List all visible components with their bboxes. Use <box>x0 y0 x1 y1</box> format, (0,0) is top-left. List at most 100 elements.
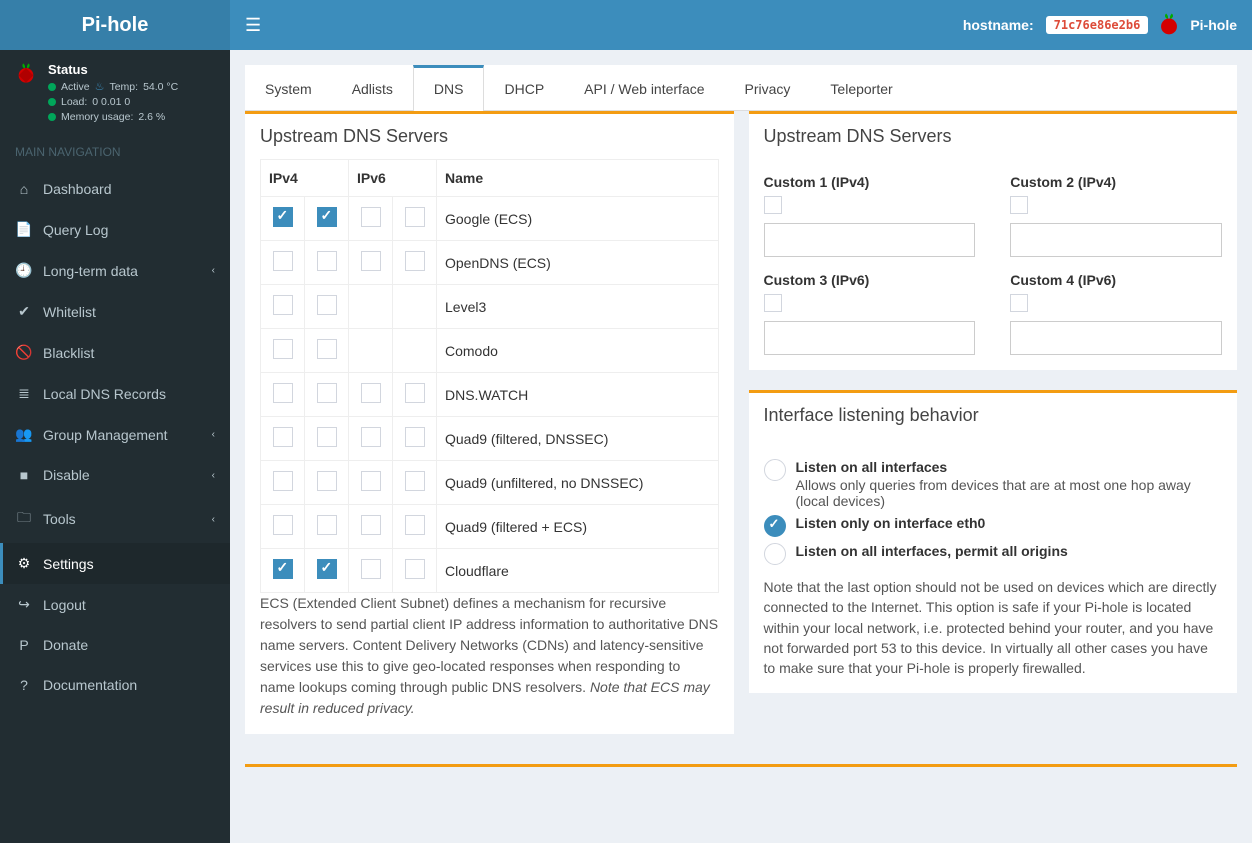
dns-checkbox[interactable] <box>273 295 293 315</box>
settings-tabs: SystemAdlistsDNSDHCPAPI / Web interfaceP… <box>245 65 1237 111</box>
dns-checkbox[interactable] <box>273 383 293 403</box>
interface-radio[interactable] <box>764 459 786 481</box>
dns-checkbox[interactable] <box>273 207 293 227</box>
dns-checkbox[interactable] <box>405 427 425 447</box>
dns-checkbox[interactable] <box>273 559 293 579</box>
nav-icon: 👥 <box>15 426 33 443</box>
custom-dns-input[interactable] <box>764 321 976 355</box>
nav-item-query-log[interactable]: 📄Query Log <box>0 209 230 250</box>
tab-adlists[interactable]: Adlists <box>332 65 413 110</box>
dns-checkbox[interactable] <box>361 559 381 579</box>
dns-checkbox[interactable] <box>317 515 337 535</box>
custom-dns-field-3: Custom 3 (IPv6) <box>764 272 976 355</box>
hostname-label: hostname: <box>963 17 1034 33</box>
dns-checkbox[interactable] <box>273 471 293 491</box>
upstream-dns-box: Upstream DNS Servers IPv4 IPv6 Name Goog… <box>245 111 734 734</box>
status-dot-icon <box>48 113 56 121</box>
custom-dns-input[interactable] <box>764 223 976 257</box>
dns-checkbox[interactable] <box>317 251 337 271</box>
custom-enable-checkbox[interactable] <box>1010 294 1028 312</box>
nav-icon: 🚫 <box>15 344 33 361</box>
nav-item-group-management[interactable]: 👥Group Management‹ <box>0 414 230 455</box>
status-dot-icon <box>48 83 56 91</box>
nav-item-donate[interactable]: PDonate <box>0 625 230 665</box>
th-name: Name <box>437 160 719 197</box>
dns-checkbox[interactable] <box>317 383 337 403</box>
dns-checkbox[interactable] <box>273 515 293 535</box>
nav-item-whitelist[interactable]: ✔Whitelist <box>0 291 230 332</box>
dns-checkbox[interactable] <box>317 471 337 491</box>
dns-checkbox[interactable] <box>317 339 337 359</box>
interface-option: Listen on all interfacesAllows only quer… <box>764 459 1223 509</box>
custom-enable-checkbox[interactable] <box>1010 196 1028 214</box>
custom-dns-input[interactable] <box>1010 321 1222 355</box>
nav-item-local-dns-records[interactable]: ≣Local DNS Records <box>0 373 230 414</box>
nav-item-dashboard[interactable]: ⌂Dashboard <box>0 169 230 209</box>
status-active: Active <box>61 81 90 93</box>
dns-checkbox[interactable] <box>405 559 425 579</box>
custom-dns-field-2: Custom 2 (IPv4) <box>1010 174 1222 257</box>
dns-checkbox[interactable] <box>361 427 381 447</box>
chevron-left-icon: ‹ <box>212 429 215 440</box>
tab-dns[interactable]: DNS <box>413 65 485 111</box>
tab-dhcp[interactable]: DHCP <box>484 65 564 110</box>
interface-radio[interactable] <box>764 543 786 565</box>
nav-item-settings[interactable]: ⚙Settings <box>0 543 230 584</box>
brand-logo[interactable]: Pi-hole <box>0 0 230 50</box>
dns-checkbox[interactable] <box>405 471 425 491</box>
dns-checkbox[interactable] <box>273 251 293 271</box>
dns-row: Quad9 (unfiltered, no DNSSEC) <box>261 461 719 505</box>
dns-checkbox[interactable] <box>273 339 293 359</box>
dns-row: Quad9 (filtered, DNSSEC) <box>261 417 719 461</box>
dns-checkbox[interactable] <box>317 207 337 227</box>
dns-checkbox[interactable] <box>405 207 425 227</box>
dns-checkbox[interactable] <box>361 207 381 227</box>
dns-provider-name: Quad9 (filtered, DNSSEC) <box>437 417 719 461</box>
dns-servers-table: IPv4 IPv6 Name Google (ECS)OpenDNS (ECS)… <box>260 159 719 593</box>
custom-title: Upstream DNS Servers <box>749 114 1238 159</box>
dns-checkbox[interactable] <box>405 383 425 403</box>
nav-item-long-term-data[interactable]: 🕘Long-term data‹ <box>0 250 230 291</box>
tab-api-web-interface[interactable]: API / Web interface <box>564 65 724 110</box>
dns-checkbox[interactable] <box>317 559 337 579</box>
custom-enable-checkbox[interactable] <box>764 294 782 312</box>
dns-checkbox[interactable] <box>361 515 381 535</box>
dns-checkbox[interactable] <box>361 251 381 271</box>
custom-enable-checkbox[interactable] <box>764 196 782 214</box>
dns-checkbox[interactable] <box>405 515 425 535</box>
nav-item-blacklist[interactable]: 🚫Blacklist <box>0 332 230 373</box>
nav-item-documentation[interactable]: ?Documentation <box>0 665 230 705</box>
nav-item-logout[interactable]: ↪Logout <box>0 584 230 625</box>
tab-system[interactable]: System <box>245 65 332 110</box>
hostname-value: 71c76e86e2b6 <box>1046 16 1149 34</box>
dns-checkbox[interactable] <box>405 251 425 271</box>
tab-privacy[interactable]: Privacy <box>725 65 811 110</box>
nav-icon: ↪ <box>15 596 33 613</box>
tab-teleporter[interactable]: Teleporter <box>810 65 912 110</box>
nav-item-disable[interactable]: ■Disable‹ <box>0 455 230 495</box>
nav-item-tools[interactable]: 🗀Tools‹ <box>0 495 230 543</box>
dns-checkbox[interactable] <box>361 383 381 403</box>
nav-icon: P <box>15 637 33 653</box>
ecs-note: ECS (Extended Client Subnet) defines a m… <box>245 593 734 734</box>
sidebar: Pi-hole Status Active ♨ Temp: 54.0 °C <box>0 0 230 843</box>
nav-icon: ? <box>15 677 33 693</box>
load-label: Load: <box>61 96 87 108</box>
temp-label: Temp: <box>109 81 138 93</box>
dns-checkbox[interactable] <box>361 471 381 491</box>
dns-provider-name: Cloudflare <box>437 549 719 593</box>
interface-radio[interactable] <box>764 515 786 537</box>
nav-header: MAIN NAVIGATION <box>0 135 230 169</box>
brand-right[interactable]: Pi-hole <box>1190 17 1237 33</box>
dns-row: DNS.WATCH <box>261 373 719 417</box>
hamburger-icon[interactable]: ☰ <box>245 15 261 36</box>
dns-row: Comodo <box>261 329 719 373</box>
dns-checkbox[interactable] <box>317 427 337 447</box>
radio-label: Listen on all interfaces <box>796 459 948 475</box>
dns-provider-name: Quad9 (unfiltered, no DNSSEC) <box>437 461 719 505</box>
custom-label: Custom 4 (IPv6) <box>1010 272 1222 288</box>
temp-value: 54.0 °C <box>143 81 178 93</box>
dns-checkbox[interactable] <box>273 427 293 447</box>
dns-checkbox[interactable] <box>317 295 337 315</box>
custom-dns-input[interactable] <box>1010 223 1222 257</box>
